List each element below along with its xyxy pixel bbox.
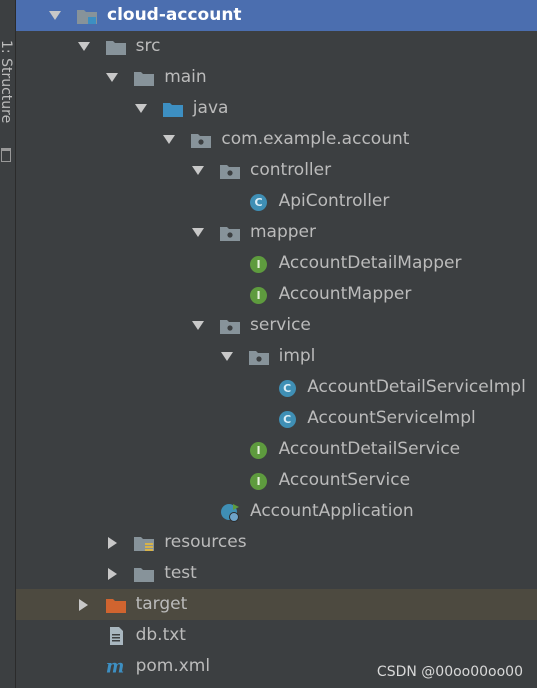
tree-item-apicontroller[interactable]: C ApiController — [16, 186, 537, 217]
tree-item-main[interactable]: main — [16, 62, 537, 93]
tree-item-accountdetailservice[interactable]: I AccountDetailService — [16, 434, 537, 465]
tree-item-label: controller — [250, 160, 332, 180]
structure-tab-label[interactable]: 1: Structure — [0, 40, 14, 123]
tree-item-accountapplication[interactable]: AccountApplication — [16, 496, 537, 527]
tree-item-impl[interactable]: impl — [16, 341, 537, 372]
chevron-down-icon[interactable] — [134, 93, 148, 124]
chevron-down-icon[interactable] — [48, 0, 62, 31]
package-icon — [190, 130, 212, 150]
folder-icon — [133, 68, 155, 88]
tree-item-resources[interactable]: resources — [16, 527, 537, 558]
tree-item-controller[interactable]: controller — [16, 155, 537, 186]
module-folder-icon — [76, 6, 98, 26]
chevron-down-icon[interactable] — [77, 31, 91, 62]
text-file-icon — [105, 626, 127, 646]
tree-item-com-example-account[interactable]: com.example.account — [16, 124, 537, 155]
excluded-folder-icon — [105, 595, 127, 615]
tree-item-java[interactable]: java — [16, 93, 537, 124]
chevron-down-icon[interactable] — [162, 124, 176, 155]
tree-item-target[interactable]: target — [16, 589, 537, 620]
folder-icon — [105, 37, 127, 57]
tree-item-src[interactable]: src — [16, 31, 537, 62]
tree-item-label: mapper — [250, 222, 317, 242]
interface-icon: I — [248, 471, 270, 491]
tree-item-label: pom.xml — [135, 656, 211, 676]
tree-item-label: com.example.account — [221, 129, 410, 149]
package-icon — [248, 347, 270, 367]
tree-item-label: ApiController — [278, 191, 390, 211]
tree-item-label: AccountApplication — [250, 501, 414, 521]
chevron-right-icon[interactable] — [105, 558, 119, 589]
tree-item-label: AccountServiceImpl — [307, 408, 476, 428]
tree-item-label: AccountDetailService — [278, 439, 461, 459]
package-icon — [219, 316, 241, 336]
spring-boot-app-icon — [219, 502, 241, 522]
tree-item-mapper[interactable]: mapper — [16, 217, 537, 248]
chevron-down-icon[interactable] — [220, 341, 234, 372]
tree-item-service[interactable]: service — [16, 310, 537, 341]
chevron-down-icon[interactable] — [191, 155, 205, 186]
tree-item-label: java — [192, 98, 229, 118]
resources-folder-icon — [133, 533, 155, 553]
package-icon — [219, 161, 241, 181]
chevron-down-icon[interactable] — [105, 62, 119, 93]
class-icon: C — [276, 378, 298, 398]
tree-item-accountdetailserviceimpl[interactable]: C AccountDetailServiceImpl — [16, 372, 537, 403]
chevron-down-icon[interactable] — [191, 310, 205, 341]
tree-item-label: resources — [164, 532, 247, 552]
tree-item-label: AccountDetailServiceImpl — [307, 377, 526, 397]
chevron-right-icon[interactable] — [105, 527, 119, 558]
class-icon: C — [276, 409, 298, 429]
structure-icon — [1, 148, 11, 162]
tree-item-label: AccountService — [278, 470, 411, 490]
chevron-right-icon[interactable] — [77, 589, 91, 620]
interface-icon: I — [248, 285, 270, 305]
project-tree: cloud-account src main java com.example.acco… — [16, 0, 537, 682]
tree-item-accountmapper[interactable]: I AccountMapper — [16, 279, 537, 310]
tree-item-label: cloud-account — [107, 5, 242, 25]
tree-item-label: src — [135, 36, 161, 56]
tree-item-cloud-account[interactable]: cloud-account — [16, 0, 537, 31]
tree-item-label: impl — [278, 346, 316, 366]
tree-item-db-txt[interactable]: db.txt — [16, 620, 537, 651]
tree-item-test[interactable]: test — [16, 558, 537, 589]
tree-item-label: test — [164, 563, 197, 583]
maven-icon: m — [105, 657, 127, 678]
interface-icon: I — [248, 440, 270, 460]
tree-item-accountservice[interactable]: I AccountService — [16, 465, 537, 496]
tree-item-accountserviceimpl[interactable]: C AccountServiceImpl — [16, 403, 537, 434]
tree-item-label: AccountMapper — [278, 284, 412, 304]
folder-icon — [133, 564, 155, 584]
tree-item-label: AccountDetailMapper — [278, 253, 462, 273]
tree-item-label: main — [164, 67, 207, 87]
interface-icon: I — [248, 254, 270, 274]
svg-text:m: m — [106, 658, 124, 678]
source-folder-icon — [162, 99, 184, 119]
chevron-down-icon[interactable] — [191, 217, 205, 248]
tree-item-label: db.txt — [135, 625, 186, 645]
tree-item-label: service — [250, 315, 311, 335]
tree-item-accountdetailmapper[interactable]: I AccountDetailMapper — [16, 248, 537, 279]
structure-tool-window-strip[interactable]: 1: Structure — [0, 0, 16, 688]
tree-item-label: target — [135, 594, 188, 614]
watermark: CSDN @00oo00oo00 — [376, 664, 523, 680]
package-icon — [219, 223, 241, 243]
class-icon: C — [248, 192, 270, 212]
